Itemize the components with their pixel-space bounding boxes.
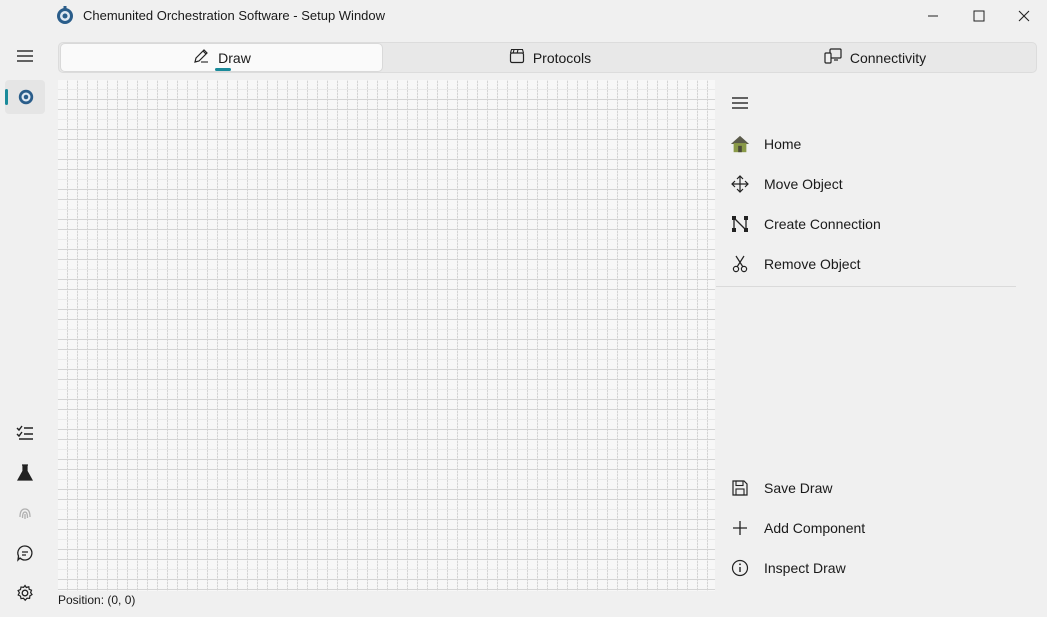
- maximize-button[interactable]: [956, 0, 1002, 32]
- tab-label: Protocols: [532, 49, 592, 66]
- title-bar: Chemunited Orchestration Software - Setu…: [0, 0, 1047, 34]
- tab-connectivity[interactable]: Connectivity: [714, 43, 1036, 72]
- side-navigation: [0, 34, 50, 617]
- move-object-label: Move Object: [764, 176, 843, 192]
- position-readout: Position: (0, 0): [58, 593, 136, 607]
- connection-icon: [730, 214, 750, 234]
- inspect-draw-label: Inspect Draw: [764, 560, 846, 576]
- toolbox-menu-icon[interactable]: [730, 94, 750, 112]
- fingerprint-icon[interactable]: [13, 501, 37, 525]
- toolbox-divider: [716, 286, 1016, 287]
- app-logo-icon: [55, 6, 75, 26]
- tab-label: Draw: [218, 49, 251, 66]
- save-draw-label: Save Draw: [764, 480, 833, 496]
- plus-icon: [730, 518, 750, 538]
- devices-icon: [824, 48, 850, 67]
- home-button[interactable]: Home: [716, 126, 1016, 162]
- save-icon: [730, 478, 750, 498]
- move-object-button[interactable]: Move Object: [716, 166, 1016, 202]
- tab-draw[interactable]: Draw: [60, 43, 383, 72]
- add-component-label: Add Component: [764, 520, 866, 536]
- create-connection-button[interactable]: Create Connection: [716, 206, 1016, 242]
- active-indicator: [5, 89, 8, 105]
- remove-object-label: Remove Object: [764, 256, 861, 272]
- tab-bar: Draw Protocols Connectivity: [58, 42, 1037, 73]
- window-title: Chemunited Orchestration Software - Setu…: [83, 8, 386, 23]
- drawing-canvas[interactable]: [58, 80, 715, 591]
- tab-protocols[interactable]: Protocols: [389, 43, 711, 72]
- save-draw-button[interactable]: Save Draw: [716, 470, 1016, 506]
- create-connection-label: Create Connection: [764, 216, 881, 232]
- checklist-icon[interactable]: [13, 421, 37, 445]
- active-tab-indicator: [215, 68, 231, 71]
- inspect-draw-button[interactable]: Inspect Draw: [716, 550, 1016, 586]
- app-logo-icon: [17, 88, 35, 106]
- add-component-button[interactable]: Add Component: [716, 510, 1016, 546]
- toolbox-panel: Home Move Object Create Connection Remov…: [716, 80, 1036, 591]
- nav-item-setup[interactable]: [5, 80, 45, 114]
- info-icon: [730, 558, 750, 578]
- chat-icon[interactable]: [13, 541, 37, 565]
- close-button[interactable]: [1001, 0, 1047, 32]
- tab-label: Connectivity: [849, 49, 927, 66]
- settings-gear-icon[interactable]: [13, 581, 37, 605]
- move-icon: [730, 174, 750, 194]
- minimize-button[interactable]: [910, 0, 956, 32]
- home-icon: [730, 134, 750, 154]
- remove-object-button[interactable]: Remove Object: [716, 246, 1016, 282]
- scissors-icon: [730, 254, 750, 274]
- flask-icon[interactable]: [13, 461, 37, 485]
- menu-toggle-icon[interactable]: [13, 46, 37, 66]
- pen-icon: [192, 47, 218, 68]
- clapperboard-icon: [509, 48, 533, 67]
- home-label: Home: [764, 136, 802, 152]
